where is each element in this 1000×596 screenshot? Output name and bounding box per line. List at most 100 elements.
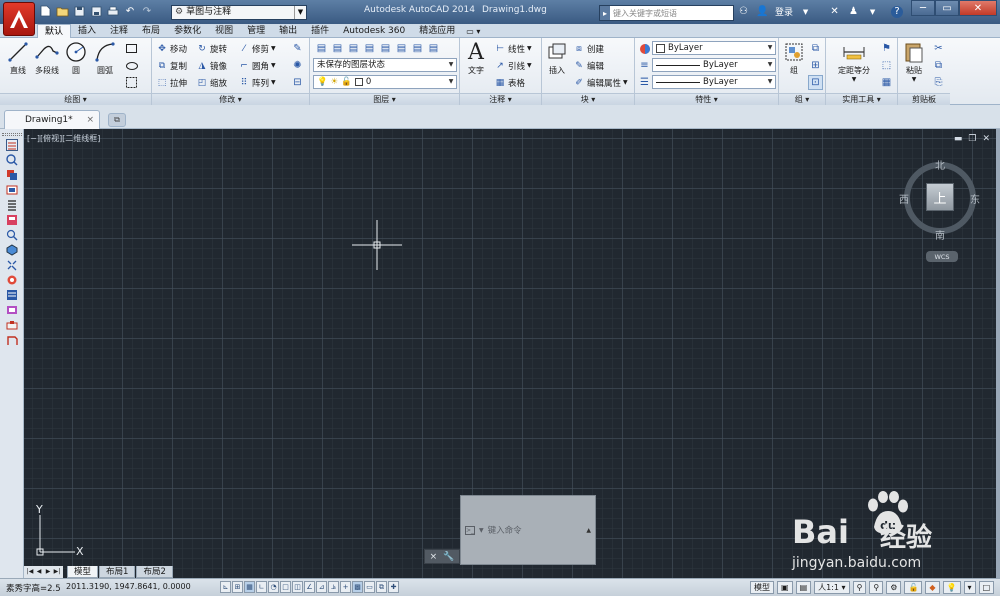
object-snap-tracking-toggle[interactable]: ∠ <box>304 581 315 593</box>
transparency-toggle[interactable]: ▩ <box>352 581 363 593</box>
next-tab-icon[interactable]: ▶ <box>44 568 52 575</box>
rectangle-icon[interactable] <box>124 41 139 56</box>
tab-layout[interactable]: 布局 <box>135 24 167 38</box>
3d-object-snap-toggle[interactable]: ◫ <box>292 581 303 593</box>
close-icon[interactable]: × <box>430 552 438 562</box>
sheet-set-icon[interactable] <box>4 183 19 197</box>
clean-screen-icon[interactable]: □ <box>978 581 995 594</box>
panel-clipboard-title[interactable]: 剪贴板 <box>898 93 950 105</box>
polyline-button[interactable]: 多段线 <box>33 40 61 76</box>
compass-west[interactable]: 西 <box>899 191 909 206</box>
quick-select-icon[interactable]: ⚑ <box>879 41 894 56</box>
tab-manage[interactable]: 管理 <box>240 24 272 38</box>
status-bar-menu-icon[interactable]: ▾ <box>963 581 976 594</box>
lineweight-icon[interactable]: ≡ <box>637 58 652 73</box>
tab-layout2[interactable]: 布局2 <box>136 565 173 578</box>
measure-button[interactable]: 定距等分 ▼ <box>834 40 874 83</box>
panel-groups-title[interactable]: 组 ▾ <box>779 93 825 105</box>
tab-featured-apps[interactable]: 精选应用 <box>412 24 462 38</box>
panel-layers-title[interactable]: 图层 ▾ <box>310 93 459 105</box>
layer-match-icon[interactable]: ▤ <box>410 41 425 56</box>
mirror-button[interactable]: ◮ 镜像 <box>196 58 227 73</box>
snap-mode-toggle[interactable]: ⊞ <box>232 581 243 593</box>
panel-annotation-title[interactable]: 注释 ▾ <box>460 93 541 105</box>
annotation-monitor-toggle[interactable]: ✚ <box>388 581 399 593</box>
layer-manager-icon[interactable] <box>4 288 19 302</box>
markup-set-icon[interactable] <box>4 198 19 212</box>
toolbar-grip[interactable] <box>2 133 22 136</box>
panel-block-title[interactable]: 块 ▾ <box>542 93 634 105</box>
application-menu-button[interactable] <box>3 2 35 36</box>
ellipse-icon[interactable] <box>124 58 139 73</box>
create-block-button[interactable]: ⧈ 创建 <box>573 41 604 56</box>
leader-button[interactable]: ↗ 引线 ▼ <box>494 58 531 73</box>
tab-output[interactable]: 输出 <box>272 24 304 38</box>
group-edit-icon[interactable]: ⊞ <box>808 58 823 73</box>
tab-layout1[interactable]: 布局1 <box>99 565 136 578</box>
quick-properties-toggle[interactable]: ▭ <box>364 581 375 593</box>
tab-insert[interactable]: 插入 <box>71 24 103 38</box>
wrench-icon[interactable]: 🔧 <box>443 552 454 562</box>
cut-icon[interactable]: ✂ <box>931 41 946 56</box>
exchange-icon[interactable]: ✕ <box>828 5 841 18</box>
hatch-icon[interactable] <box>124 75 139 90</box>
close-button[interactable]: ✕ <box>959 0 997 16</box>
workspace-switch-icon[interactable]: ⚙ <box>886 581 902 594</box>
maximize-button[interactable]: ▭ <box>935 0 959 16</box>
ungroup-icon[interactable]: ⧉ <box>808 41 823 56</box>
command-prompt-icon[interactable]: >_ <box>465 525 475 535</box>
linear-dimension-button[interactable]: ⊢ 线性 ▼ <box>494 41 532 56</box>
wcs-menu[interactable]: WCS <box>926 251 958 262</box>
visual-styles-icon[interactable] <box>4 303 19 317</box>
edit-block-button[interactable]: ✎ 编辑 <box>573 58 604 73</box>
stretch-button[interactable]: ⬚ 拉伸 <box>156 75 187 90</box>
cameras-icon[interactable] <box>4 318 19 332</box>
match-properties-icon[interactable] <box>637 41 652 56</box>
ribbon-minimize-toggle[interactable]: ▭ ▾ <box>462 24 480 38</box>
layer-properties-icon[interactable]: ▤ <box>314 41 329 56</box>
move-button[interactable]: ✥ 移动 <box>156 41 187 56</box>
paste-button[interactable]: 粘贴 ▼ <box>900 40 928 83</box>
save-as-icon[interactable] <box>89 4 103 18</box>
insert-block-button[interactable]: 插入 <box>543 40 571 76</box>
panel-draw-title[interactable]: 绘图 ▾ <box>0 93 151 105</box>
connect-icon[interactable]: ♟ <box>847 5 860 18</box>
chevron-down-icon[interactable]: ▼ <box>479 527 484 534</box>
scale-button[interactable]: ◰ 缩放 <box>196 75 227 90</box>
redo-icon[interactable]: ↷ <box>140 4 154 18</box>
print-icon[interactable] <box>106 4 120 18</box>
layer-lock-icon[interactable]: ▤ <box>394 41 409 56</box>
infer-constraints-toggle[interactable]: ⊾ <box>220 581 231 593</box>
tab-plugins[interactable]: 插件 <box>304 24 336 38</box>
search-expand-icon[interactable]: ▸ <box>600 6 610 20</box>
open-folder-icon[interactable] <box>55 4 69 18</box>
new-tab-button[interactable]: ⧉ <box>108 113 126 127</box>
annotation-visibility-icon[interactable]: ⚲ <box>852 581 867 594</box>
current-layer-select[interactable]: 💡 ☀ 🔓 0 ▼ <box>313 75 457 89</box>
quick-view-layouts-icon[interactable]: ▣ <box>777 581 793 594</box>
prev-tab-icon[interactable]: ◀ <box>35 568 43 575</box>
polar-tracking-toggle[interactable]: ◔ <box>268 581 279 593</box>
text-button[interactable]: A 文字 <box>462 40 490 76</box>
selection-cycling-toggle[interactable]: ⧉ <box>376 581 387 593</box>
last-tab-icon[interactable]: ▶| <box>53 568 61 575</box>
select-all-icon[interactable]: ⬚ <box>879 58 894 73</box>
dbconnect-icon[interactable] <box>4 228 19 242</box>
linetype-select[interactable]: ByLayer ▼ <box>652 75 776 89</box>
close-icon[interactable]: × <box>86 115 94 125</box>
hardware-acceleration-icon[interactable]: ◆ <box>925 581 940 594</box>
tab-model[interactable]: 模型 <box>67 565 99 578</box>
layer-unisolate-icon[interactable]: ▤ <box>346 41 361 56</box>
panel-modify-title[interactable]: 修改 ▾ <box>152 93 309 105</box>
fillet-button[interactable]: ⌐ 圆角 ▼ <box>238 58 275 73</box>
tab-view[interactable]: 视图 <box>208 24 240 38</box>
layer-off-icon[interactable]: ▤ <box>362 41 377 56</box>
table-button[interactable]: ▦ 表格 <box>494 75 525 90</box>
command-line[interactable]: >_ ▼ 键入命令 ▲ <box>460 495 596 565</box>
user-icon[interactable]: 👤 <box>756 5 769 18</box>
panel-properties-title[interactable]: 特性 ▾ <box>635 93 778 105</box>
compass-north[interactable]: 北 <box>935 157 945 172</box>
viewport-controls-label[interactable]: [−][俯视][二维线框] <box>27 133 100 144</box>
chevron-up-icon[interactable]: ▲ <box>586 527 591 534</box>
linetype-icon[interactable]: ☰ <box>637 75 652 90</box>
